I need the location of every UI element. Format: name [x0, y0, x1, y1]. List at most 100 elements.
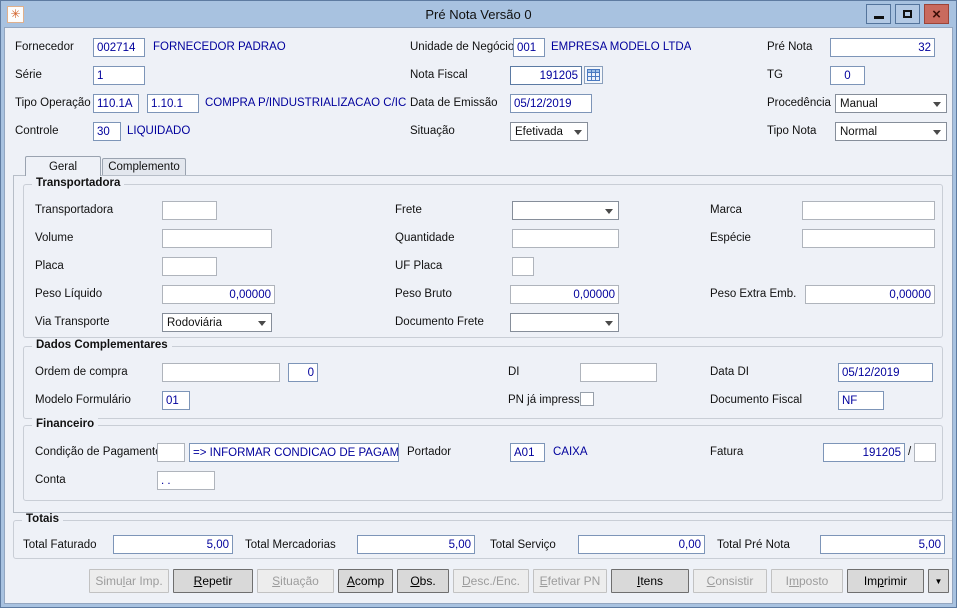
totais-group-title: Totais — [22, 513, 64, 525]
especie-input[interactable] — [802, 229, 935, 248]
button-label: Im — [863, 574, 878, 588]
portador-name: CAIXA — [553, 446, 588, 458]
documento-frete-select[interactable] — [510, 313, 619, 332]
minimize-button[interactable] — [866, 4, 891, 24]
pre-nota-window: ✳ Pré Nota Versão 0 × Fornecedor 002714 … — [0, 0, 957, 608]
button-mnemonic: p — [877, 574, 884, 588]
pn-ja-impressa-checkbox[interactable] — [580, 392, 594, 406]
itens-button[interactable]: Itens — [611, 569, 689, 593]
obs-button[interactable]: Obs. — [397, 569, 449, 593]
tg-input[interactable]: 0 — [830, 66, 865, 85]
data-emissao-label: Data de Emissão — [410, 97, 498, 109]
tipo-operacao-label: Tipo Operação — [15, 97, 91, 109]
form-content: Fornecedor 002714 FORNECEDOR PADRÃO Unid… — [4, 27, 953, 604]
fornecedor-input[interactable]: 002714 — [93, 38, 145, 57]
especie-label: Espécie — [710, 232, 751, 244]
total-faturado-input[interactable]: 5,00 — [113, 535, 233, 554]
peso-bruto-input[interactable]: 0,00000 — [510, 285, 619, 304]
acomp-button[interactable]: Acomp — [338, 569, 393, 593]
conta-input[interactable]: . . — [157, 471, 215, 490]
peso-extra-input[interactable]: 0,00000 — [805, 285, 935, 304]
button-label: ituação — [280, 574, 319, 588]
total-mercadorias-input[interactable]: 5,00 — [357, 535, 475, 554]
pre-nota-input[interactable]: 32 — [830, 38, 935, 57]
button-label: esc./Enc. — [470, 574, 521, 588]
button-label: epetir — [202, 574, 233, 588]
tipo-nota-select[interactable]: Normal — [835, 122, 947, 141]
situacao-value: Efetivada — [515, 126, 563, 138]
frete-label: Frete — [395, 204, 422, 216]
data-di-input[interactable]: 05/12/2019 — [838, 363, 933, 382]
di-input[interactable] — [580, 363, 657, 382]
button-label: bs. — [419, 574, 436, 588]
fatura-parcela-input[interactable] — [914, 443, 936, 462]
quantidade-label: Quantidade — [395, 232, 455, 244]
fatura-separator: / — [908, 446, 912, 458]
button-label: fetivar PN — [547, 574, 601, 588]
condicao-pagamento-code-input[interactable] — [157, 443, 185, 462]
uf-placa-input[interactable] — [512, 257, 534, 276]
nota-fiscal-input[interactable]: 191205 — [510, 66, 582, 85]
financeiro-group-title: Financeiro — [32, 418, 99, 430]
tipo-operacao-code1-input[interactable]: 110.1A — [93, 94, 139, 113]
button-label: tens — [640, 574, 664, 588]
serie-label: Série — [15, 69, 42, 81]
button-label: posto — [798, 574, 829, 588]
serie-input[interactable]: 1 — [93, 66, 145, 85]
frete-select[interactable] — [512, 201, 619, 220]
tipo-operacao-desc: COMPRA P/INDUSTRIALIZACAO C/ICMS C — [205, 97, 407, 109]
situacao-button: Situação — [257, 569, 334, 593]
volume-label: Volume — [35, 232, 74, 244]
marca-input[interactable] — [802, 201, 935, 220]
pn-ja-impressa-label: PN já impressa — [508, 394, 586, 406]
maximize-button[interactable] — [895, 4, 920, 24]
button-label: ar Imp. — [125, 574, 163, 588]
modelo-formulario-input[interactable]: 01 — [162, 391, 190, 410]
nota-fiscal-label: Nota Fiscal — [410, 69, 468, 81]
via-transporte-select[interactable]: Rodoviária — [162, 313, 272, 332]
condicao-pagamento-desc-input[interactable]: => INFORMAR CONDICAO DE PAGAMENTO — [189, 443, 399, 462]
transportadora-group-title: Transportadora — [32, 177, 125, 189]
total-pre-nota-input[interactable]: 5,00 — [820, 535, 945, 554]
ordem-compra-seq-input[interactable]: 0 — [288, 363, 318, 382]
peso-liquido-input[interactable]: 0,00000 — [162, 285, 275, 304]
documento-fiscal-input[interactable]: NF — [838, 391, 884, 410]
unidade-negocio-name: EMPRESA MODELO LTDA — [551, 41, 692, 53]
fornecedor-name: FORNECEDOR PADRÃO — [153, 41, 286, 53]
button-label: rimir — [883, 574, 908, 588]
data-emissao-input[interactable]: 05/12/2019 — [510, 94, 592, 113]
imposto-button: Im posto — [771, 569, 843, 593]
tab-complemento[interactable]: Complemento — [102, 158, 186, 176]
placa-input[interactable] — [162, 257, 217, 276]
repetir-button[interactable]: Repetir — [173, 569, 253, 593]
situacao-select[interactable]: Efetivada — [510, 122, 588, 141]
procedencia-select[interactable]: Manual — [835, 94, 947, 113]
transportadora-input[interactable] — [162, 201, 217, 220]
tipo-operacao-code2-input[interactable]: 1.10.1 — [147, 94, 199, 113]
more-actions-button[interactable]: ▼ — [928, 569, 949, 593]
portador-input[interactable]: A01 — [510, 443, 545, 462]
nota-fiscal-lookup-button[interactable] — [584, 66, 603, 84]
minimize-icon — [873, 15, 884, 19]
title-bar[interactable]: ✳ Pré Nota Versão 0 × — [4, 1, 953, 27]
fatura-label: Fatura — [710, 446, 744, 458]
total-servico-input[interactable]: 0,00 — [578, 535, 705, 554]
dados-complementares-group: Dados Complementares — [23, 339, 943, 419]
window-title: Pré Nota Versão 0 — [425, 6, 532, 22]
unidade-negocio-input[interactable]: 001 — [513, 38, 545, 57]
imprimir-button[interactable]: Im p rimir — [847, 569, 924, 593]
modelo-formulario-label: Modelo Formulário — [35, 394, 131, 406]
procedencia-value: Manual — [840, 98, 878, 110]
tab-geral[interactable]: Geral — [25, 156, 101, 176]
efetivar-pn-button: Efetivar PN — [533, 569, 607, 593]
button-mnemonic: E — [539, 574, 548, 588]
quantidade-input[interactable] — [512, 229, 619, 248]
ordem-compra-input[interactable] — [162, 363, 280, 382]
fatura-input[interactable]: 191205 — [823, 443, 905, 462]
controle-input[interactable]: 30 — [93, 122, 121, 141]
maximize-icon — [903, 10, 912, 18]
volume-input[interactable] — [162, 229, 272, 248]
dropdown-arrow-icon: ▼ — [934, 576, 943, 586]
close-button[interactable]: × — [924, 4, 949, 24]
button-mnemonic: O — [410, 574, 420, 588]
